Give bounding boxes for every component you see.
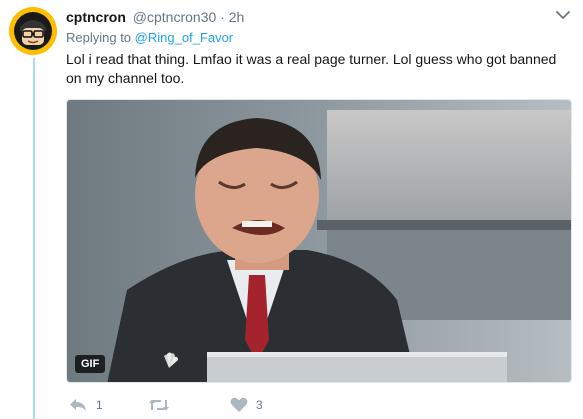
reply-button[interactable]: 1: [68, 396, 103, 414]
replying-to-label: Replying to: [66, 30, 132, 45]
tweet-text: Lol i read that thing. Lmfao it was a re…: [66, 51, 557, 86]
retweet-button[interactable]: [148, 396, 178, 414]
reply-count: 1: [96, 398, 103, 412]
avatar-image: [9, 7, 57, 55]
gif-badge: GIF: [75, 355, 106, 373]
replying-to: Replying to @Ring_of_Favor: [66, 30, 233, 46]
display-name[interactable]: cptncron: [66, 9, 126, 25]
chevron-down-icon[interactable]: [556, 10, 570, 20]
like-button[interactable]: 3: [230, 396, 263, 414]
retweet-icon: [149, 399, 169, 411]
separator-dot: ·: [220, 9, 225, 25]
conversation-thread-line: [33, 58, 35, 419]
replying-to-handle-link[interactable]: @Ring_of_Favor: [135, 30, 233, 45]
reply-icon: [70, 399, 86, 411]
like-count: 3: [256, 398, 263, 412]
gif-media[interactable]: GIF: [66, 99, 572, 383]
tweet-actions: 1 3: [66, 396, 326, 416]
user-handle[interactable]: @cptncron30: [133, 9, 216, 25]
avatar[interactable]: [9, 7, 57, 55]
heart-icon: [230, 397, 248, 412]
timestamp[interactable]: 2h: [229, 9, 245, 25]
tweet-header: cptncron @cptncron30 · 2h: [66, 8, 576, 28]
gif-frame: [67, 100, 571, 382]
